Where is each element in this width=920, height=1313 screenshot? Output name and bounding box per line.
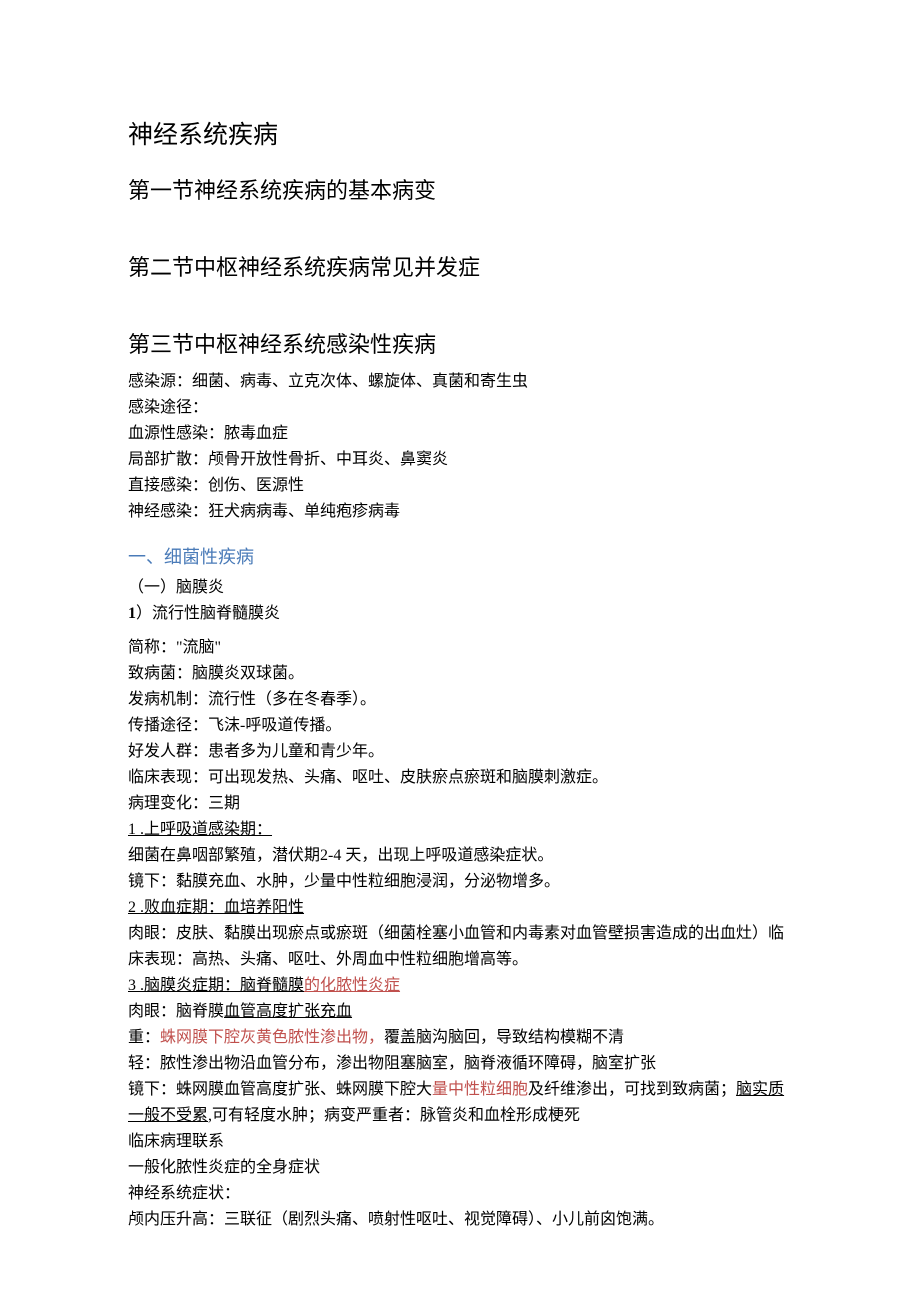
section-1-heading: 第一节神经系统疾病的基本病变: [128, 173, 792, 205]
phase-2-title: .败血症期：血培养阳性: [136, 899, 304, 916]
phase-3-line-c: 轻：脓性渗出物沿血管分布，渗出物阻塞脑室，脑脊液循环障碍，脑室扩张: [128, 1051, 792, 1077]
phase-2-line-a: 肉眼：皮肤、黏膜出现瘀点或瘀斑（细菌栓塞小血管和内毒素对血管壁损害造成的出血灶）…: [128, 921, 792, 973]
phase-3-line-d: 镜下：蛛网膜血管高度扩张、蛛网膜下腔大量中性粒细胞及纤维渗出，可找到致病菌；脑实…: [128, 1077, 792, 1129]
route-neural: 神经感染：狂犬病病毒、单纯疱疹病毒: [128, 499, 792, 525]
bacterial-heading: 一、细菌性疾病: [128, 543, 792, 569]
phase-1-num: 1: [128, 821, 136, 838]
meningitis-heading: （一）脑膜炎: [128, 575, 792, 601]
phase-3-line-b: 重：蛛网膜下腔灰黄色脓性渗出物，覆盖脑沟脑回，导致结构模糊不清: [128, 1025, 792, 1051]
phase-2-heading: 2 .败血症期：血培养阳性: [128, 895, 792, 921]
pathology: 病理变化：三期: [128, 791, 792, 817]
p3b-post: 覆盖脑沟脑回，导致结构模糊不清: [384, 1029, 624, 1046]
clinical-link-1: 临床病理联系: [128, 1129, 792, 1155]
clinical-link-3: 神经系统症状：: [128, 1181, 792, 1207]
phase-3-title-b: 的化脓性炎症: [304, 977, 400, 994]
pathogen: 致病菌：脑膜炎双球菌。: [128, 661, 792, 687]
phase-2-num: 2: [128, 899, 136, 916]
item-number-1: 1: [128, 605, 136, 622]
phase-3-line-a: 肉眼：脑脊膜血管高度扩张充血: [128, 999, 792, 1025]
infection-routes-label: 感染途径：: [128, 395, 792, 421]
alias: 简称："流脑": [128, 635, 792, 661]
clinical: 临床表现：可出现发热、头痛、呕吐、皮肤瘀点瘀斑和脑膜刺激症。: [128, 765, 792, 791]
main-title: 神经系统疾病: [128, 115, 792, 151]
mechanism: 发病机制：流行性（多在冬春季）。: [128, 687, 792, 713]
clinical-link-2: 一般化脓性炎症的全身症状: [128, 1155, 792, 1181]
phase-1-line-a: 细菌在鼻咽部繁殖，潜伏期2-4 天，出现上呼吸道感染症状。: [128, 843, 792, 869]
phase-1-title: .上呼吸道感染期：: [136, 821, 272, 838]
p3d-red: 量中性粒细胞: [432, 1081, 528, 1098]
p3b-pre: 重：: [128, 1029, 160, 1046]
p3a-underline: 血管高度扩张充血: [224, 1003, 352, 1020]
phase-3-num: 3: [128, 977, 136, 994]
phase-3-heading: 3 .脑膜炎症期：脑脊髓膜的化脓性炎症: [128, 973, 792, 999]
clinical-link-4: 颅内压升高：三联征（剧烈头痛、喷射性呕吐、视觉障碍）、小儿前囟饱满。: [128, 1207, 792, 1233]
section-2-heading: 第二节中枢神经系统疾病常见并发症: [128, 250, 792, 282]
infection-source: 感染源：细菌、病毒、立克次体、螺旋体、真菌和寄生虫: [128, 369, 792, 395]
population: 好发人群：患者多为儿童和青少年。: [128, 739, 792, 765]
section-3-heading: 第三节中枢神经系统感染性疾病: [128, 327, 792, 359]
phase-3-title-a: .脑膜炎症期：脑脊髓膜: [136, 977, 304, 994]
p3d-mid: 及纤维渗出，可找到致病菌；: [528, 1081, 736, 1098]
route-direct: 直接感染：创伤、医源性: [128, 473, 792, 499]
p3d-post: ,可有轻度水肿；病变严重者：脉管炎和血栓形成梗死: [208, 1107, 580, 1124]
route-blood: 血源性感染：脓毒血症: [128, 421, 792, 447]
disease-1-heading: 1）流行性脑脊髓膜炎: [128, 601, 792, 627]
p3a-pre: 肉眼：脑脊膜: [128, 1003, 224, 1020]
p3d-pre: 镜下：蛛网膜血管高度扩张、蛛网膜下腔大: [128, 1081, 432, 1098]
p3b-red: 蛛网膜下腔灰黄色脓性渗出物，: [160, 1029, 384, 1046]
route-local: 局部扩散：颅骨开放性骨折、中耳炎、鼻窦炎: [128, 447, 792, 473]
intro-block: 感染源：细菌、病毒、立克次体、螺旋体、真菌和寄生虫 感染途径： 血源性感染：脓毒…: [128, 369, 792, 525]
transmission-route: 传播途径：飞沫-呼吸道传播。: [128, 713, 792, 739]
item-title-1: ）流行性脑脊髓膜炎: [136, 605, 280, 622]
phase-1-heading: 1 .上呼吸道感染期：: [128, 817, 792, 843]
phase-1-line-b: 镜下：黏膜充血、水肿，少量中性粒细胞浸润，分泌物增多。: [128, 869, 792, 895]
document-page: 神经系统疾病 第一节神经系统疾病的基本病变 第二节中枢神经系统疾病常见并发症 第…: [0, 0, 920, 1313]
